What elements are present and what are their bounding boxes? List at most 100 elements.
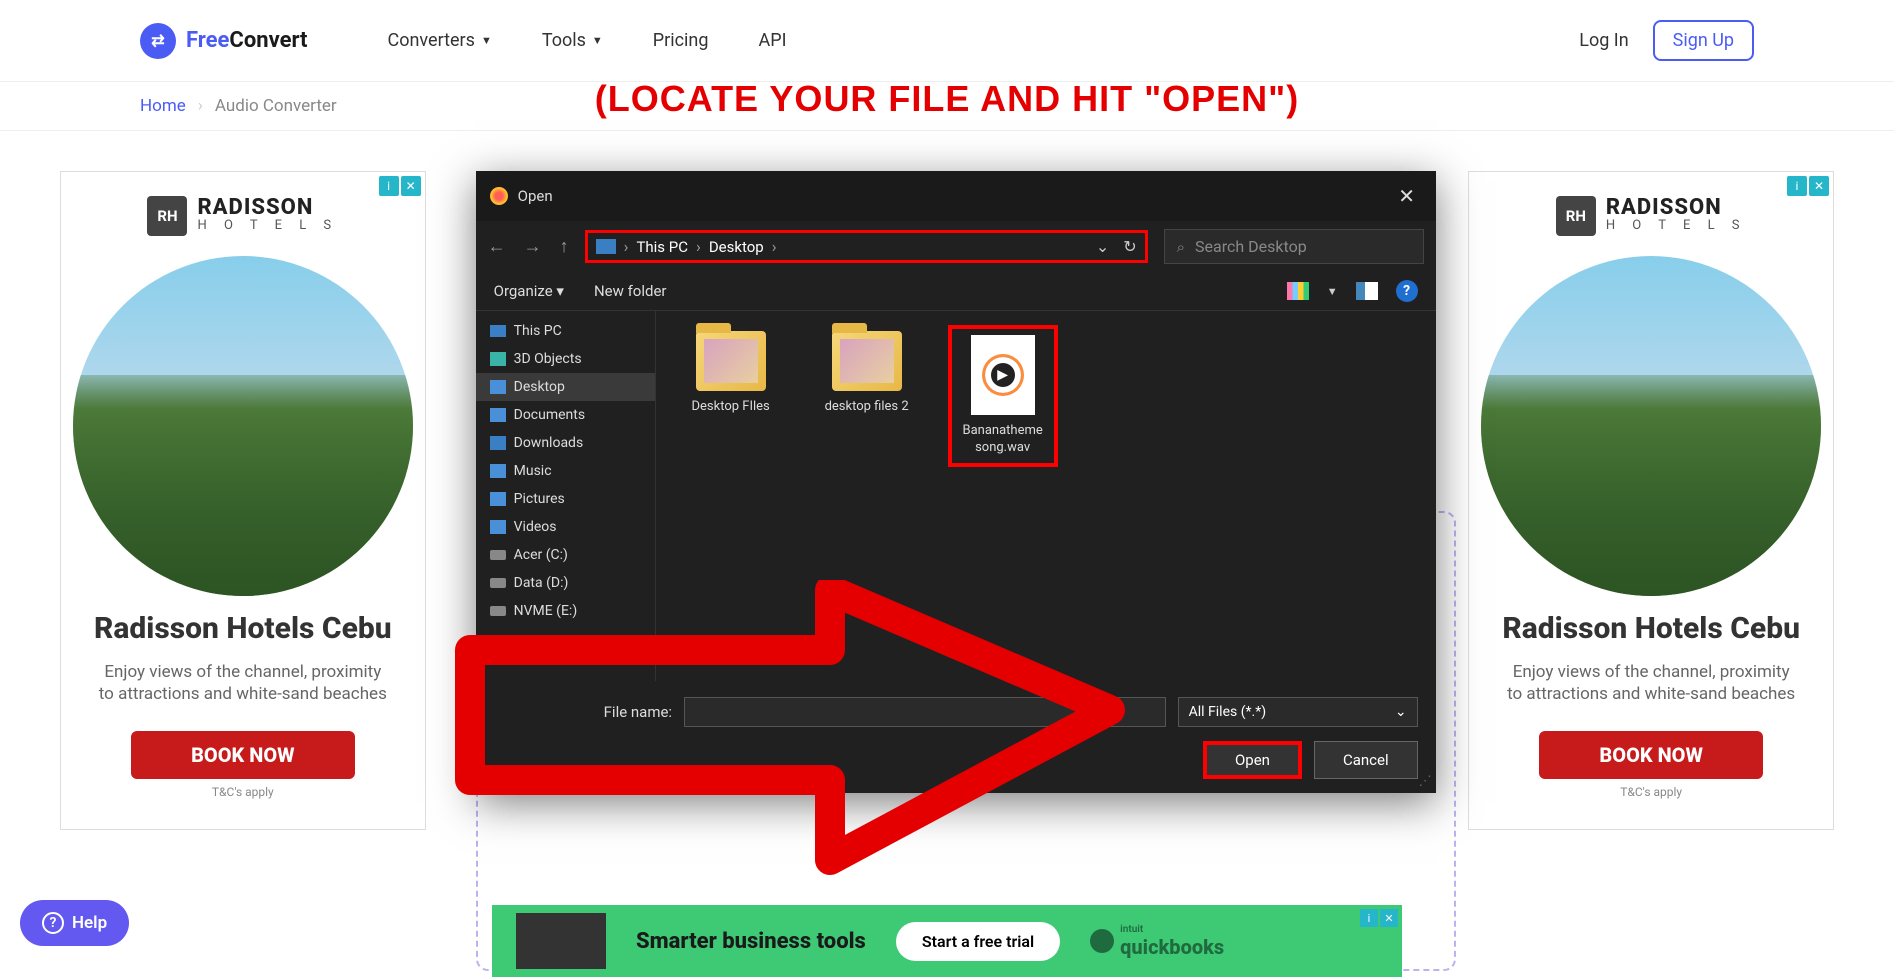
file-type-select[interactable]: All Files (*.*)⌄	[1178, 697, 1418, 727]
file-name: desktop files 2	[818, 399, 916, 416]
tree-this-pc[interactable]: This PC	[476, 317, 655, 345]
tree-videos[interactable]: Videos	[476, 513, 655, 541]
breadcrumb-current: Audio Converter	[215, 96, 337, 116]
preview-pane-icon[interactable]	[1356, 282, 1378, 300]
folder-tree[interactable]: This PC 3D Objects Desktop Documents Dow…	[476, 311, 656, 681]
chrome-icon	[490, 187, 508, 205]
ad-right[interactable]: i✕ RH RADISSONH O T E L S Radisson Hotel…	[1468, 171, 1834, 830]
dialog-toolbar: Organize ▾ New folder ▼ ?	[476, 272, 1436, 311]
breadcrumb-home[interactable]: Home	[140, 96, 186, 116]
signup-button[interactable]: Sign Up	[1653, 20, 1754, 61]
ad-brand-sub: H O T E L S	[1606, 218, 1747, 233]
file-item-folder[interactable]: Desktop FIles	[676, 325, 786, 422]
ad-logo: RH RADISSONH O T E L S	[61, 172, 425, 246]
ad-info-icon[interactable]: i	[1787, 176, 1807, 196]
tree-desktop[interactable]: Desktop	[476, 373, 655, 401]
tree-documents[interactable]: Documents	[476, 401, 655, 429]
ad-subtitle: Enjoy views of the channel, proximity to…	[61, 651, 425, 721]
nav-tools[interactable]: Tools▼	[542, 30, 603, 51]
search-input[interactable]: ⌕ Search Desktop	[1164, 229, 1424, 264]
tree-drive-d[interactable]: Data (D:)	[476, 569, 655, 597]
chevron-right-icon: ›	[198, 96, 203, 116]
ad-brand: RADISSON	[197, 199, 338, 218]
file-list[interactable]: Desktop FIles desktop files 2 Bananathem…	[656, 311, 1436, 681]
nav: Converters▼ Tools▼ Pricing API	[388, 30, 787, 51]
logo-icon: ⇄	[140, 23, 176, 59]
tree-drive-c[interactable]: Acer (C:)	[476, 541, 655, 569]
tree-pictures[interactable]: Pictures	[476, 485, 655, 513]
tree-3d-objects[interactable]: 3D Objects	[476, 345, 655, 373]
logo[interactable]: ⇄ FreeConvert	[140, 23, 308, 59]
tree-music[interactable]: Music	[476, 457, 655, 485]
close-button[interactable]: ✕	[1392, 181, 1422, 211]
ad-bottom[interactable]: i✕ Smarter business tools Start a free t…	[492, 905, 1402, 977]
ad-close-icon[interactable]: ✕	[1380, 909, 1398, 927]
ad-bottom-text: Smarter business tools	[636, 929, 866, 954]
folder-icon	[832, 331, 902, 391]
ad-image	[1481, 256, 1821, 596]
ad-logo-icon: RH	[1556, 196, 1596, 236]
ad-brand: RADISSON	[1606, 199, 1747, 218]
path-root[interactable]: This PC	[636, 238, 688, 256]
search-placeholder: Search Desktop	[1195, 237, 1307, 256]
ad-info-icon[interactable]: i	[379, 176, 399, 196]
nav-pricing[interactable]: Pricing	[653, 30, 709, 51]
ad-title: Radisson Hotels Cebu	[1469, 606, 1833, 651]
nav-converters[interactable]: Converters▼	[388, 30, 492, 51]
tree-drive-e[interactable]: NVME (E:)	[476, 597, 655, 625]
ad-title: Radisson Hotels Cebu	[61, 606, 425, 651]
ad-book-button[interactable]: BOOK NOW	[131, 731, 355, 779]
ad-logo: RH RADISSONH O T E L S	[1469, 172, 1833, 246]
file-item-folder[interactable]: desktop files 2	[812, 325, 922, 422]
ad-info-icon[interactable]: i	[1360, 909, 1378, 927]
file-item-audio[interactable]: Bananatheme song.wav	[948, 325, 1058, 467]
ad-subtitle: Enjoy views of the channel, proximity to…	[1469, 651, 1833, 721]
up-button[interactable]: ↑	[560, 236, 569, 257]
quickbooks-icon	[1090, 929, 1114, 953]
forward-button[interactable]: →	[524, 236, 542, 257]
file-open-dialog: Open ✕ ← → ↑ › This PC › Desktop › ⌄↻	[476, 171, 1436, 793]
chevron-down-icon: ▼	[481, 34, 492, 47]
folder-icon	[696, 331, 766, 391]
ad-book-button[interactable]: BOOK NOW	[1539, 731, 1763, 779]
chevron-down-icon: ⌄	[1395, 704, 1407, 720]
file-name: Desktop FIles	[682, 399, 780, 416]
file-name-label: File name:	[604, 703, 672, 721]
path-folder[interactable]: Desktop	[709, 238, 764, 256]
chevron-down-icon[interactable]: ▼	[1327, 285, 1338, 298]
help-widget[interactable]: ? Help	[20, 900, 129, 946]
ad-brand-sub: H O T E L S	[197, 218, 338, 233]
chevron-down-icon: ▼	[592, 34, 603, 47]
ad-info-icons[interactable]: i✕	[1787, 176, 1829, 196]
dialog-titlebar[interactable]: Open ✕	[476, 171, 1436, 221]
quickbooks-logo: intuitquickbooks	[1090, 924, 1224, 959]
header: ⇄ FreeConvert Converters▼ Tools▼ Pricing…	[0, 0, 1894, 82]
ad-close-icon[interactable]: ✕	[401, 176, 421, 196]
organize-button[interactable]: Organize ▾	[494, 282, 564, 300]
tree-downloads[interactable]: Downloads	[476, 429, 655, 457]
header-right: Log In Sign Up	[1579, 20, 1754, 61]
file-name-input[interactable]	[684, 697, 1166, 727]
dialog-nav: ← → ↑ › This PC › Desktop › ⌄↻ ⌕ Search …	[476, 221, 1436, 272]
refresh-icon[interactable]: ↻	[1123, 237, 1136, 256]
ad-logo-icon: RH	[147, 196, 187, 236]
ad-left[interactable]: i✕ RH RADISSONH O T E L S Radisson Hotel…	[60, 171, 426, 830]
ad-info-icons[interactable]: i✕	[379, 176, 421, 196]
dialog-title: Open	[518, 187, 553, 205]
address-dropdown-icon[interactable]: ⌄	[1096, 237, 1109, 256]
start-trial-button[interactable]: Start a free trial	[896, 922, 1060, 961]
view-options-icon[interactable]	[1287, 282, 1309, 300]
ad-image	[73, 256, 413, 596]
back-button[interactable]: ←	[488, 236, 506, 257]
file-name: Bananatheme song.wav	[958, 423, 1048, 457]
new-folder-button[interactable]: New folder	[594, 282, 667, 300]
cancel-button[interactable]: Cancel	[1314, 741, 1418, 779]
login-link[interactable]: Log In	[1579, 30, 1628, 51]
address-bar[interactable]: › This PC › Desktop › ⌄↻	[585, 230, 1148, 263]
open-button[interactable]: Open	[1203, 741, 1302, 779]
ad-terms: T&C's apply	[1469, 785, 1833, 799]
nav-api[interactable]: API	[758, 30, 786, 51]
ad-close-icon[interactable]: ✕	[1809, 176, 1829, 196]
help-icon[interactable]: ?	[1396, 280, 1418, 302]
resize-grip[interactable]: ⋰	[1419, 774, 1432, 789]
